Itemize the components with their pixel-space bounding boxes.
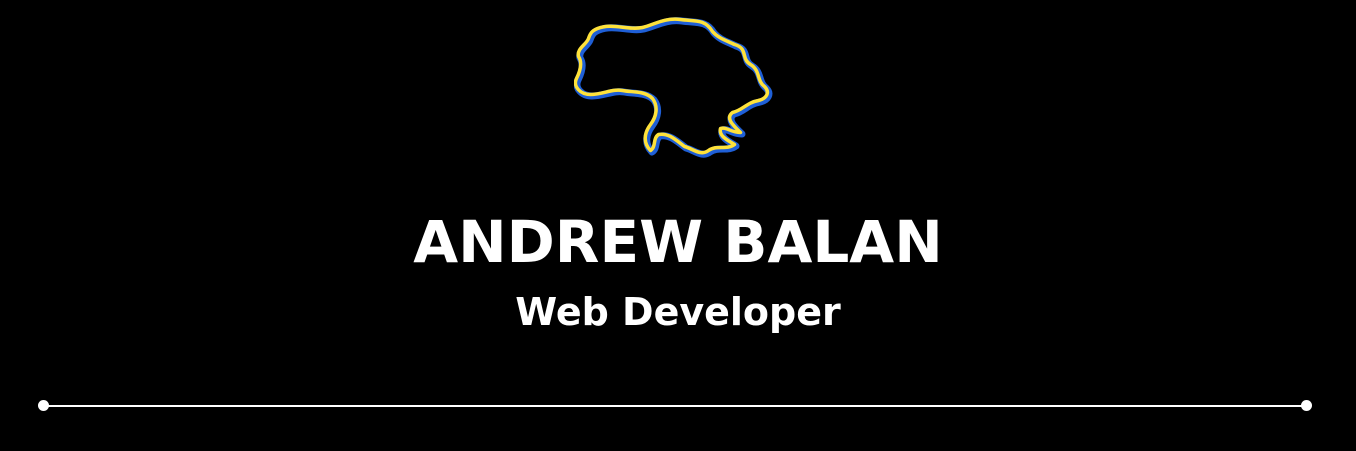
- job-title: Web Developer: [515, 290, 841, 334]
- divider-dot-right: [1301, 400, 1312, 411]
- divider-dot-left: [38, 400, 49, 411]
- divider-line: [44, 405, 1306, 407]
- page-title: ANDREW BALAN: [413, 208, 943, 276]
- hero-banner: ANDREW BALAN Web Developer: [0, 0, 1356, 451]
- ukraine-map-outline-icon: [574, 17, 773, 158]
